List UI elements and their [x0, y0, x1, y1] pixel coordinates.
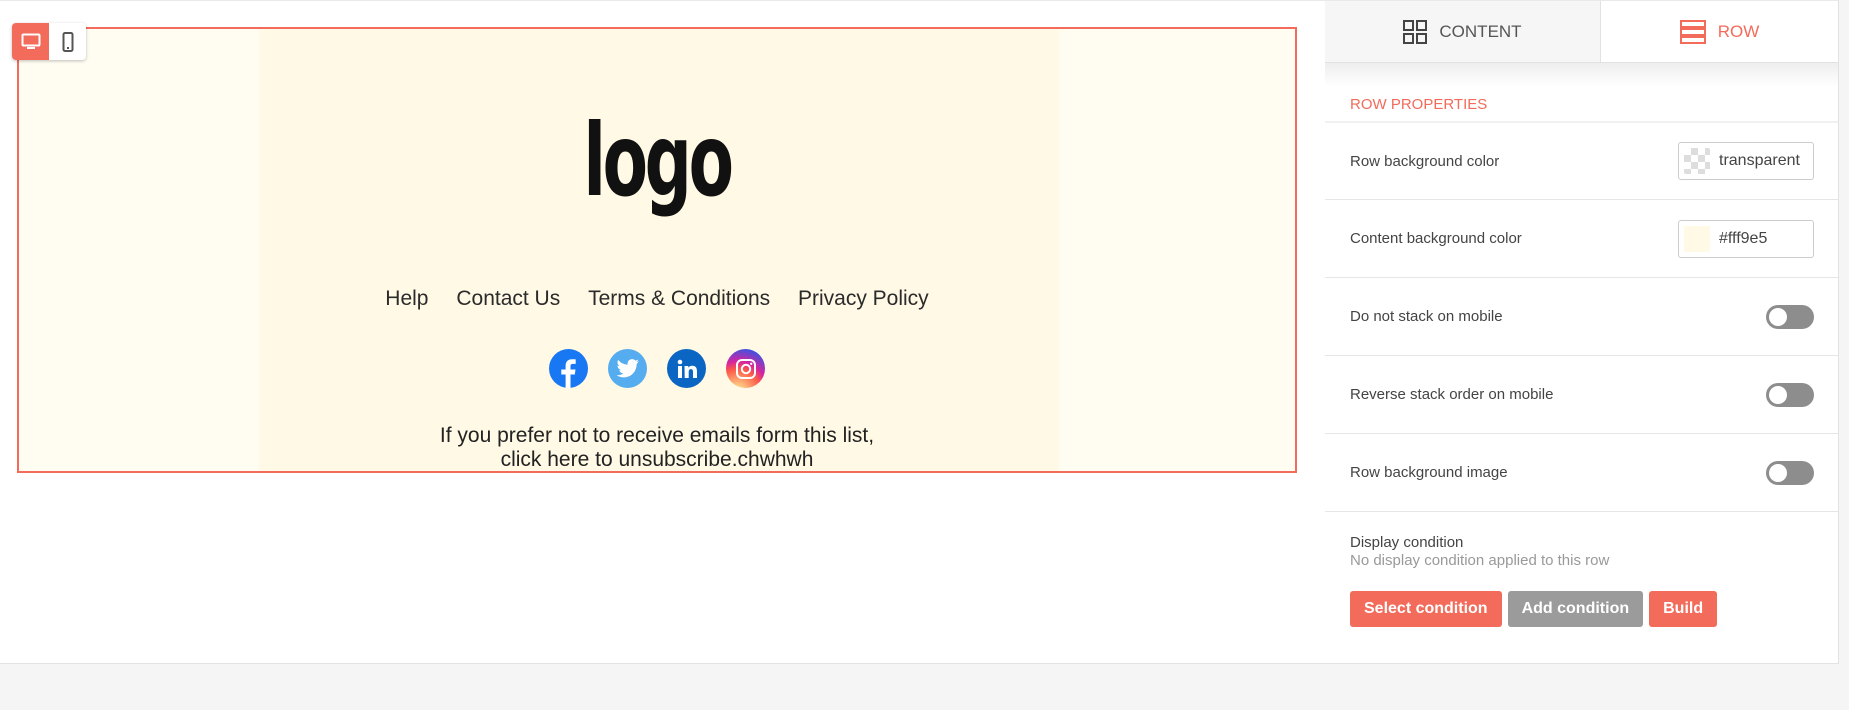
social-icons [19, 349, 1295, 388]
section-title: ROW PROPERTIES [1325, 87, 1838, 123]
email-canvas: logo Help Contact Us Terms & Conditions … [0, 1, 1324, 663]
row-background-image-label: Row background image [1350, 464, 1508, 481]
menu-item-help[interactable]: Help [385, 287, 428, 310]
app-window: logo Help Contact Us Terms & Conditions … [0, 0, 1839, 664]
display-condition-section: Display condition No display condition a… [1325, 512, 1838, 627]
instagram-icon[interactable] [726, 349, 765, 388]
row-background-color-value: transparent [1719, 152, 1800, 169]
mobile-icon [62, 31, 73, 52]
content-background-color-value: #fff9e5 [1719, 229, 1768, 247]
display-condition-subtitle: No display condition applied to this row [1350, 552, 1610, 569]
panel-divider [1325, 63, 1838, 87]
menu-item-privacy[interactable]: Privacy Policy [798, 287, 929, 310]
do-not-stack-property: Do not stack on mobile [1325, 278, 1838, 356]
logo[interactable]: logo [236, 111, 1078, 211]
row-background-color-picker[interactable]: transparent [1678, 142, 1814, 180]
row-content [259, 29, 1059, 471]
row-background-color-property: Row background color transparent [1325, 123, 1838, 200]
properties-panel: CONTENT ROW ROW PROPERTIES Row backgroun… [1325, 1, 1838, 663]
unsubscribe-line-1: If you prefer not to receive emails form… [439, 424, 875, 447]
facebook-icon[interactable] [549, 349, 588, 388]
do-not-stack-label: Do not stack on mobile [1350, 308, 1503, 325]
select-condition-button[interactable]: Select condition [1350, 591, 1502, 627]
tab-content[interactable]: CONTENT [1325, 1, 1601, 62]
display-condition-buttons: Select condition Add condition Build [1350, 591, 1813, 627]
row-background-color-label: Row background color [1350, 152, 1500, 170]
rows-icon [1679, 19, 1706, 44]
desktop-icon [21, 33, 40, 49]
content-background-color-label: Content background color [1350, 230, 1522, 247]
selected-row[interactable]: logo Help Contact Us Terms & Conditions … [17, 27, 1297, 473]
menu-item-terms[interactable]: Terms & Conditions [588, 287, 770, 310]
mobile-view-button[interactable] [49, 23, 86, 60]
desktop-view-button[interactable] [12, 23, 49, 60]
row-background-image-toggle[interactable] [1766, 460, 1814, 485]
reverse-stack-toggle[interactable] [1766, 382, 1814, 407]
linkedin-icon[interactable] [667, 349, 706, 388]
content-background-color-property: Content background color #fff9e5 [1325, 200, 1838, 278]
add-condition-button[interactable]: Add condition [1507, 591, 1644, 627]
reverse-stack-property: Reverse stack order on mobile [1325, 356, 1838, 434]
grid-icon [1403, 19, 1428, 44]
menu-item-contact-us[interactable]: Contact Us [456, 287, 560, 310]
content-background-color-picker[interactable]: #fff9e5 [1678, 219, 1814, 258]
panel-tabs: CONTENT ROW [1325, 1, 1838, 63]
reverse-stack-label: Reverse stack order on mobile [1350, 386, 1554, 403]
do-not-stack-toggle[interactable] [1766, 304, 1814, 329]
tab-row-label: ROW [1717, 21, 1760, 41]
tab-content-label: CONTENT [1439, 21, 1522, 41]
unsubscribe-link[interactable]: click here to unsubscribe.chwhwh [19, 448, 1295, 472]
display-condition-title: Display condition [1350, 534, 1464, 551]
transparent-swatch [1684, 148, 1710, 174]
build-button[interactable]: Build [1649, 591, 1718, 627]
unsubscribe-text: If you prefer not to receive emails form… [19, 424, 1295, 472]
twitter-icon[interactable] [608, 349, 647, 388]
device-toggle [12, 23, 86, 60]
row-background-image-property: Row background image [1325, 434, 1838, 512]
content-color-swatch [1684, 225, 1710, 252]
tab-row[interactable]: ROW [1601, 1, 1838, 62]
footer-menu: Help Contact Us Terms & Conditions Priva… [19, 287, 1295, 311]
